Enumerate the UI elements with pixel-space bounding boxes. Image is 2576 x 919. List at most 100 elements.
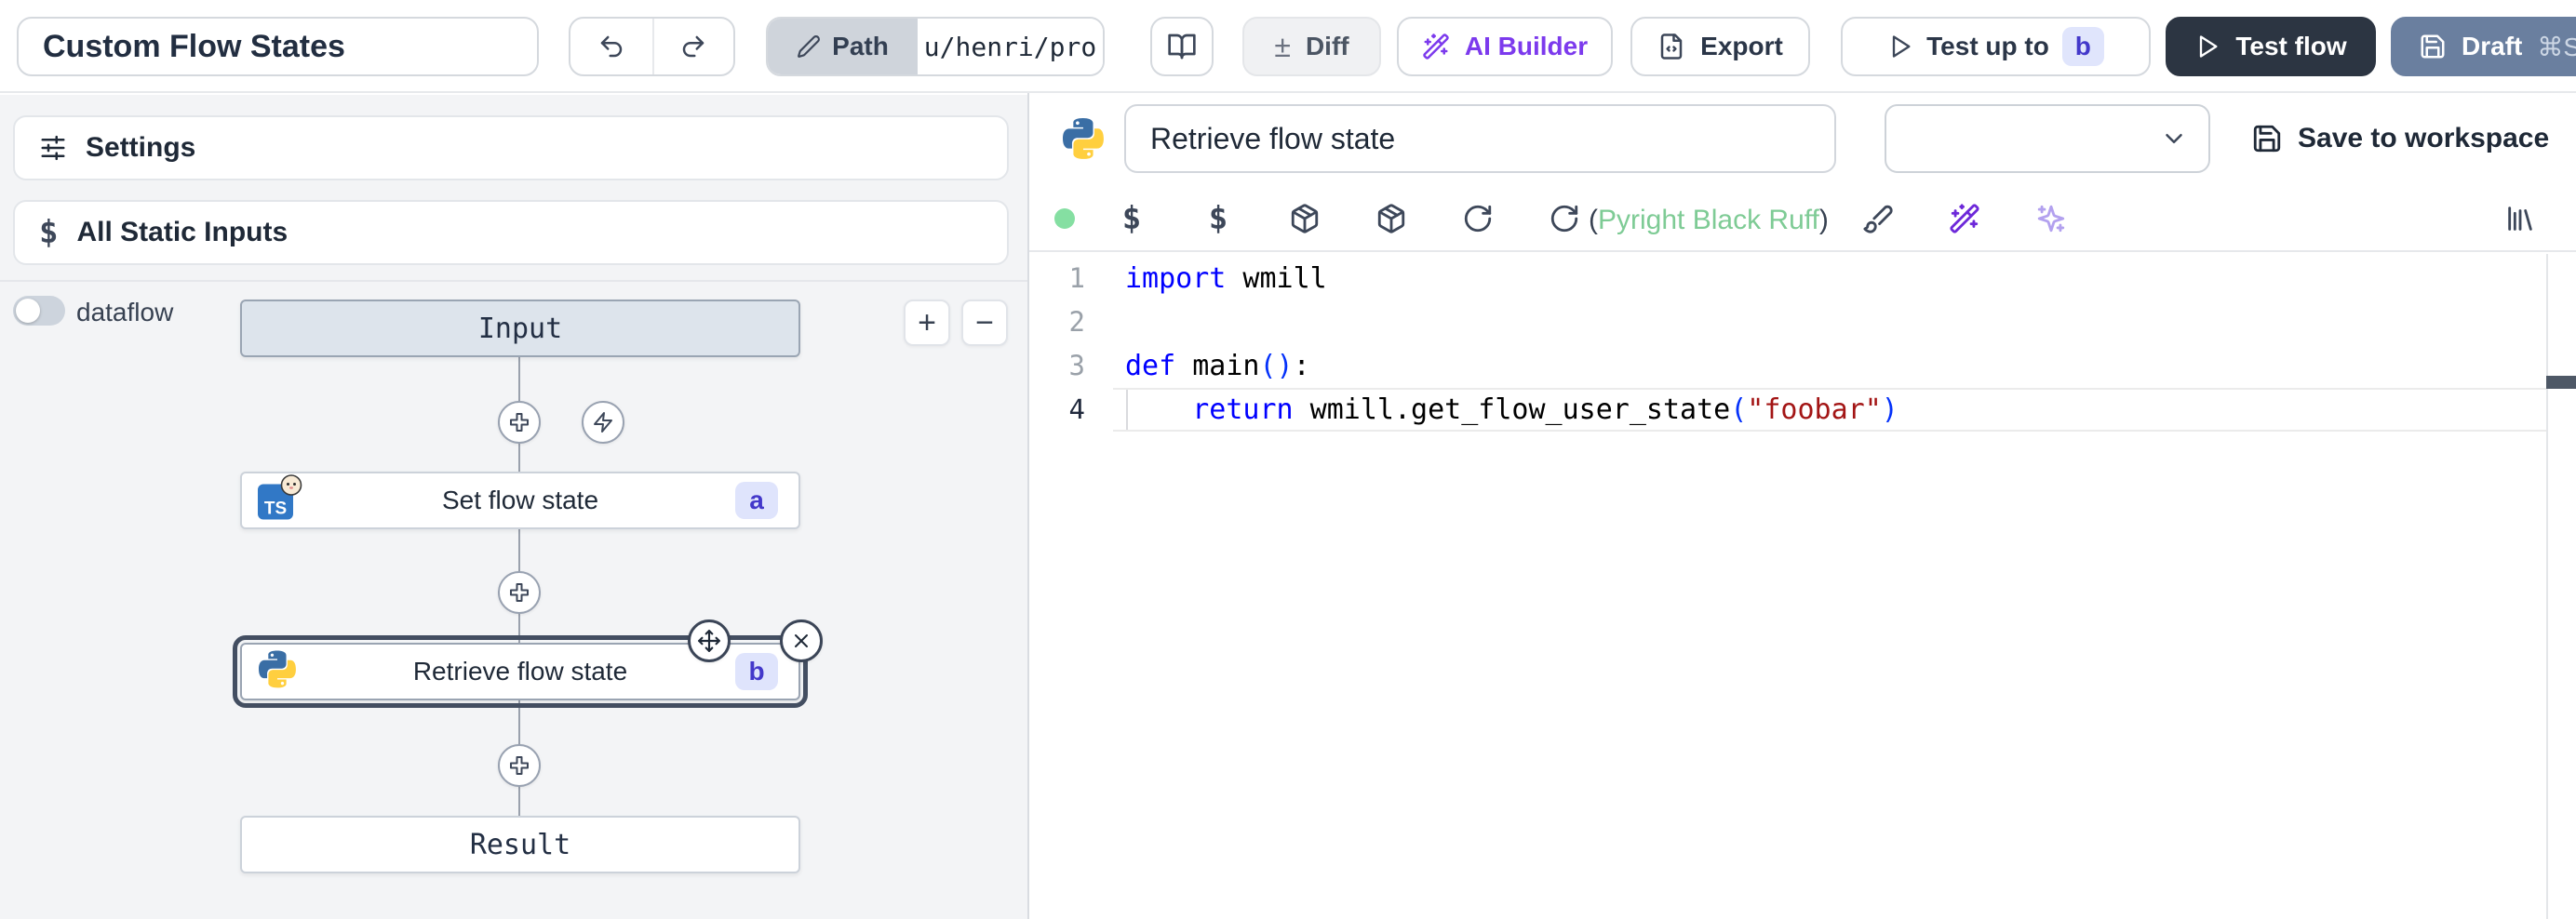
draft-shortcut: ⌘S: [2537, 32, 2576, 62]
format-button[interactable]: [1861, 202, 1895, 235]
code-lines[interactable]: import wmilldef main(): return wmill.get…: [1125, 257, 1898, 432]
settings-button[interactable]: Settings: [13, 115, 1009, 180]
plus-cross-icon: [508, 754, 530, 777]
wand-sparkles-icon: [1422, 33, 1450, 60]
settings-label: Settings: [86, 132, 195, 164]
diff-button[interactable]: ± Diff: [1242, 17, 1381, 76]
step-id-badge: b: [735, 653, 778, 690]
assistants-status: (Pyright Black Ruff): [1589, 205, 1829, 236]
variable-button[interactable]: $: [1115, 202, 1148, 235]
library-icon: [2504, 203, 2536, 234]
chevron-down-icon: [2160, 125, 2188, 153]
ai-builder-button[interactable]: AI Builder: [1397, 17, 1613, 76]
reload-button[interactable]: [1461, 202, 1495, 235]
file-code-icon: [1657, 33, 1685, 60]
sidebar-separator: [0, 280, 1027, 282]
svg-text:TS: TS: [264, 499, 287, 519]
flow-node-result[interactable]: Result: [240, 816, 800, 873]
ai-builder-label: AI Builder: [1465, 32, 1588, 61]
save-to-workspace-button[interactable]: Save to workspace: [2251, 104, 2549, 173]
reset-button[interactable]: [1548, 202, 1581, 235]
sparkles-icon: [2035, 203, 2067, 234]
resource-button[interactable]: $: [1201, 202, 1235, 235]
sliders-icon: [39, 134, 67, 162]
ai-gen-button[interactable]: [2034, 202, 2068, 235]
plus-cross-icon: [508, 411, 530, 433]
draft-label: Draft: [2462, 32, 2522, 61]
test-up-to-label: Test up to: [1926, 32, 2049, 61]
undo-redo-group: [569, 17, 735, 76]
refresh-icon: [1549, 203, 1580, 234]
top-toolbar: Path u/henri/pro ± Diff AI Builder Expor…: [0, 0, 2576, 93]
pencil-icon: [797, 34, 821, 59]
windmill-flow-editor: Path u/henri/pro ± Diff AI Builder Expor…: [0, 0, 2576, 919]
test-flow-button[interactable]: Test flow: [2166, 17, 2376, 76]
draft-save-button[interactable]: Draft ⌘S: [2391, 17, 2576, 76]
path-label-segment: Path: [768, 19, 918, 74]
add-step-button[interactable]: [498, 744, 541, 787]
dataflow-toggle[interactable]: [13, 296, 65, 326]
save-icon: [2419, 33, 2447, 60]
close-icon: [790, 630, 812, 652]
docs-button[interactable]: [1150, 17, 1214, 76]
zap-icon: [592, 411, 614, 433]
dollar-icon: $: [1122, 200, 1141, 237]
overview-ruler[interactable]: [2546, 254, 2548, 919]
delete-step-button[interactable]: [780, 619, 823, 662]
package-button[interactable]: [1375, 202, 1408, 235]
step-id-badge: a: [735, 482, 778, 519]
redo-button[interactable]: [652, 19, 734, 74]
library-button[interactable]: [2503, 202, 2537, 235]
node-label: Set flow state: [442, 486, 598, 515]
package-icon: [1289, 203, 1321, 234]
python-icon: [1063, 118, 1104, 164]
all-static-inputs-button[interactable]: $ All Static Inputs: [13, 200, 1009, 265]
zoom-out-button[interactable]: −: [961, 300, 1008, 346]
wand-sparkles-icon: [1949, 203, 1980, 234]
worker-group-select[interactable]: [1885, 104, 2210, 173]
flow-title-input[interactable]: [17, 17, 539, 76]
test-up-to-button[interactable]: Test up to b: [1841, 17, 2151, 76]
step-name-input[interactable]: [1124, 104, 1836, 173]
package-button[interactable]: [1288, 202, 1322, 235]
flow-node-set-flow-state[interactable]: TS Set flow state a: [240, 472, 800, 529]
gutter: 1234: [1029, 257, 1085, 432]
zoom-in-button[interactable]: +: [904, 300, 950, 346]
path-button[interactable]: Path u/henri/pro: [766, 17, 1105, 76]
flow-node-input[interactable]: Input: [240, 300, 800, 357]
export-button[interactable]: Export: [1630, 17, 1810, 76]
python-icon: [259, 651, 296, 693]
undo-icon: [597, 33, 625, 60]
node-label: Input: [478, 313, 562, 345]
assistants-label: Pyright Black Ruff: [1598, 205, 1819, 235]
package-icon: [1375, 203, 1407, 234]
minus-icon: −: [975, 305, 994, 341]
path-value: u/henri/pro: [918, 19, 1103, 74]
toggle-knob: [16, 299, 40, 323]
book-open-icon: [1167, 32, 1197, 61]
move-step-button[interactable]: [688, 619, 731, 662]
add-step-button[interactable]: [498, 401, 541, 444]
dollar-icon: $: [39, 214, 58, 251]
dollar-icon: $: [1209, 200, 1228, 237]
status-dot: [1054, 208, 1075, 229]
undo-button[interactable]: [570, 19, 652, 74]
test-flow-label: Test flow: [2235, 32, 2346, 61]
export-label: Export: [1700, 32, 1783, 61]
play-icon: [1887, 33, 1913, 60]
add-step-button[interactable]: [498, 571, 541, 614]
save-icon: [2251, 123, 2283, 154]
paren-open: (: [1589, 205, 1598, 235]
all-static-inputs-label: All Static Inputs: [76, 217, 288, 248]
ai-fix-button[interactable]: [1948, 202, 1981, 235]
move-icon: [697, 629, 721, 653]
play-icon: [2194, 33, 2220, 60]
add-trigger-button[interactable]: [582, 401, 624, 444]
step-id-badge: b: [2062, 27, 2104, 66]
brush-icon: [1862, 203, 1894, 234]
refresh-icon: [1462, 203, 1494, 234]
plus-icon: +: [918, 305, 936, 341]
plus-minus-icon: ±: [1274, 30, 1291, 64]
typescript-bun-icon: TS: [255, 474, 303, 527]
diff-label: Diff: [1306, 32, 1349, 61]
